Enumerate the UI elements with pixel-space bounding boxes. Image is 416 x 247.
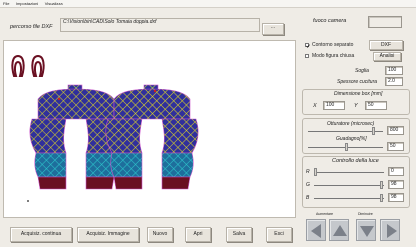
- shutter-value: 800: [390, 127, 399, 133]
- threshold-field[interactable]: 100: [385, 66, 403, 75]
- raise-label: Aumentare: [316, 212, 334, 216]
- image-acquisition-label: Acquisiz. Immagine: [86, 231, 130, 237]
- box-y-field[interactable]: 50: [365, 101, 387, 110]
- up-arrow-button[interactable]: [329, 219, 349, 241]
- menu-settings[interactable]: Impostazioni: [16, 0, 38, 8]
- open-button[interactable]: Apri: [185, 227, 211, 242]
- closed-figure-checkbox[interactable]: [305, 54, 309, 58]
- gain-field[interactable]: 50: [387, 142, 404, 151]
- blue-label: B: [306, 195, 310, 201]
- threshold-label: Soglia: [355, 68, 369, 74]
- box-dimension-title: Dimensione box [mm]: [334, 91, 383, 97]
- path-label: percorso file DXF: [10, 24, 53, 30]
- dxf-preview: [11, 54, 199, 202]
- blue-field[interactable]: 98: [388, 193, 404, 202]
- light-control-title: Controllo della luce: [332, 158, 379, 164]
- contour-label: Contorno separato: [312, 42, 354, 48]
- shutter-label: Otturatore (microsec): [327, 121, 375, 127]
- new-label: Nuovo: [152, 231, 168, 237]
- red-label: R: [306, 169, 310, 175]
- analyze-button[interactable]: Analisi: [373, 52, 401, 61]
- stitch-value: 2.0: [388, 78, 395, 84]
- threshold-value: 100: [388, 67, 397, 73]
- green-value: 98: [391, 181, 397, 187]
- box-y-label: Y: [354, 103, 358, 109]
- box-y-value: 50: [368, 102, 374, 108]
- browse-label: ...: [270, 24, 276, 30]
- red-value: 0: [391, 168, 394, 174]
- red-slider-thumb[interactable]: [314, 168, 317, 176]
- blue-slider-track: [314, 198, 384, 199]
- right-arrow-button[interactable]: [380, 219, 400, 241]
- shutter-slider-thumb[interactable]: [372, 127, 375, 135]
- exit-button[interactable]: Esci: [266, 227, 292, 242]
- browse-button[interactable]: ...: [262, 23, 284, 35]
- menu-view[interactable]: Visualizza: [45, 0, 63, 8]
- right-pattern: [105, 84, 199, 190]
- blue-slider-thumb[interactable]: [380, 194, 383, 202]
- green-slider-track: [314, 185, 384, 186]
- continuous-acquisition-button[interactable]: Acquisiz. continua: [10, 227, 72, 242]
- save-label: Salva: [232, 231, 246, 237]
- new-button[interactable]: Nuovo: [147, 227, 173, 242]
- gain-value: 50: [390, 143, 396, 149]
- shutter-field[interactable]: 800: [387, 126, 404, 135]
- analyze-label: Analisi: [379, 53, 395, 59]
- down-arrow-icon: [360, 226, 374, 237]
- dxf-button[interactable]: DXF: [369, 40, 403, 50]
- green-field[interactable]: 98: [388, 180, 404, 189]
- box-x-value: 100: [326, 102, 335, 108]
- green-slider-thumb[interactable]: [380, 181, 383, 189]
- contour-checkbox[interactable]: [305, 43, 310, 48]
- stitch-label: Spessore cucitura: [337, 79, 378, 85]
- image-acquisition-button[interactable]: Acquisiz. Immagine: [77, 227, 139, 242]
- gain-slider-thumb[interactable]: [345, 143, 348, 151]
- red-slider-track: [314, 172, 384, 173]
- gain-label: Guadagno[%]: [336, 136, 367, 142]
- stitch-field[interactable]: 2.0: [385, 77, 403, 86]
- path-field[interactable]: C:\Vision\bin\CAD\Solo Tomaia doppia.dxf: [60, 18, 260, 32]
- path-value: C:\Vision\bin\CAD\Solo Tomaia doppia.dxf: [63, 19, 157, 25]
- dxf-label: DXF: [381, 42, 391, 48]
- menu-file[interactable]: File: [3, 0, 9, 8]
- red-field[interactable]: 0: [388, 167, 404, 176]
- left-arrow-button[interactable]: [306, 219, 326, 241]
- exit-label: Esci: [274, 231, 284, 237]
- down-arrow-button[interactable]: [356, 219, 376, 241]
- blue-value: 98: [391, 194, 397, 200]
- green-label: G: [306, 182, 310, 188]
- closed-figure-label: Modo figura chiusa: [312, 53, 355, 59]
- focus-label: fuoco camera: [313, 18, 347, 24]
- left-arrow-icon: [311, 224, 321, 238]
- right-arrow-icon: [387, 224, 397, 238]
- lower-label: Diminuire: [358, 212, 373, 216]
- box-x-field[interactable]: 100: [323, 101, 345, 110]
- continuous-acquisition-label: Acquisiz. continua: [20, 231, 62, 237]
- save-button[interactable]: Salva: [226, 227, 252, 242]
- up-arrow-icon: [333, 225, 347, 236]
- menu-bar: File Impostazioni Visualizza: [0, 0, 416, 8]
- open-label: Apri: [193, 231, 203, 237]
- box-x-label: X: [313, 103, 317, 109]
- drawing-canvas[interactable]: [3, 40, 296, 218]
- focus-field[interactable]: [368, 16, 402, 28]
